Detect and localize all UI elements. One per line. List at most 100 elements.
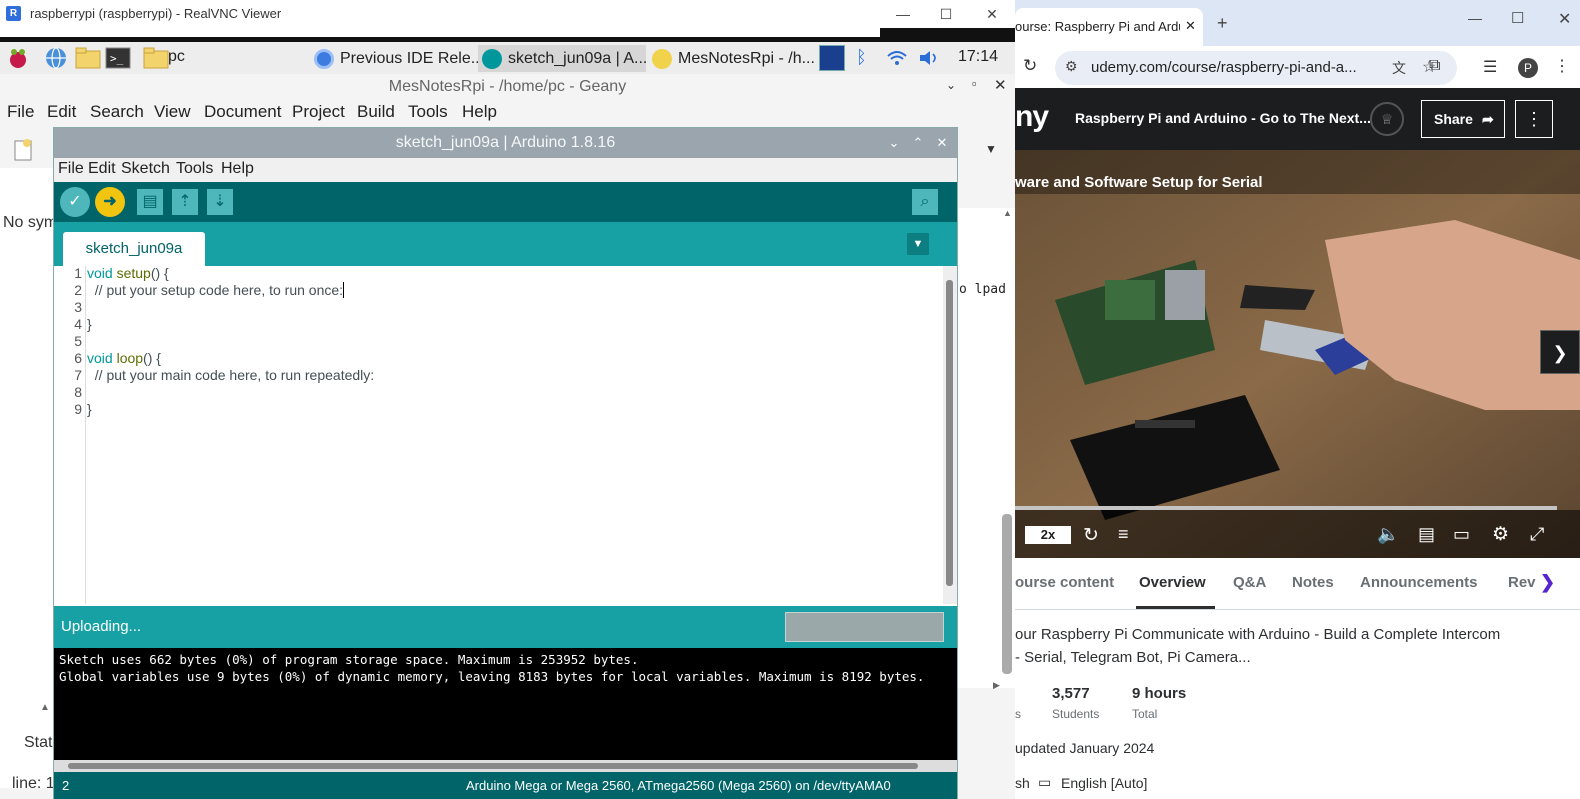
video-player[interactable]: ware and Software Setup for Serial ❯ 2x … bbox=[1015, 150, 1580, 558]
tab-close-icon[interactable]: ✕ bbox=[1185, 18, 1196, 34]
editor-scrollbar-thumb[interactable] bbox=[946, 280, 953, 586]
udemy-logo[interactable]: ny bbox=[1015, 100, 1049, 134]
output-console: Sketch uses 662 bytes (0%) of program st… bbox=[54, 648, 957, 760]
line-number: 2 bbox=[74, 282, 82, 298]
geany-menu-file[interactable]: File bbox=[7, 102, 34, 122]
volume-icon[interactable] bbox=[918, 49, 940, 67]
geany-scroll-right-icon[interactable]: ▶ bbox=[993, 680, 1000, 691]
share-button[interactable]: Share ➦ bbox=[1421, 100, 1505, 138]
extensions-icon[interactable]: ⧉ bbox=[1429, 57, 1440, 75]
address-bar[interactable]: ⚙ udemy.com/course/raspberry-pi-and-a...… bbox=[1055, 51, 1457, 85]
geany-close-button[interactable]: ✕ bbox=[994, 76, 1007, 94]
vnc-server-icon[interactable] bbox=[819, 45, 845, 71]
upload-status-bar: Uploading... bbox=[54, 606, 957, 648]
geany-icon bbox=[652, 49, 672, 69]
geany-menu-edit[interactable]: Edit bbox=[47, 102, 76, 122]
geany-maximize-button[interactable]: ▫ bbox=[972, 76, 977, 91]
arduino-menu-help[interactable]: Help bbox=[221, 160, 254, 178]
tab-sketch[interactable]: sketch_jun09a bbox=[63, 232, 205, 266]
hours-label: Total bbox=[1132, 707, 1158, 721]
geany-new-file-icon[interactable] bbox=[12, 138, 34, 162]
more-options-button[interactable]: ⋮ bbox=[1515, 100, 1553, 138]
playback-speed-button[interactable]: 2x bbox=[1025, 526, 1071, 544]
browser-minimize-button[interactable]: — bbox=[1468, 10, 1482, 26]
geany-menu-view[interactable]: View bbox=[154, 102, 191, 122]
editor-scrollbar[interactable] bbox=[943, 266, 957, 604]
geany-menu-build[interactable]: Build bbox=[357, 102, 395, 122]
arduino-maximize-button[interactable]: ⌃ bbox=[907, 128, 929, 158]
new-sketch-button[interactable]: ▤ bbox=[137, 189, 163, 215]
browser-tab-udemy[interactable]: ourse: Raspberry Pi and Arduino ✕ bbox=[1015, 8, 1203, 46]
tabs-scroll-right-icon[interactable]: ❯ bbox=[1540, 572, 1555, 593]
task-arduino-sketch[interactable]: sketch_jun09a | A... bbox=[478, 45, 646, 72]
tab-menu-chevron-icon[interactable]: ▼ bbox=[907, 233, 929, 255]
tab-overview[interactable]: Overview bbox=[1139, 574, 1206, 591]
browser-tab-strip: ourse: Raspberry Pi and Arduino ✕ + — ☐ … bbox=[1015, 0, 1580, 46]
geany-menu-tools[interactable]: Tools bbox=[408, 102, 448, 122]
browser-menu-icon[interactable]: ⋮ bbox=[1554, 56, 1570, 76]
console-horizontal-scrollbar[interactable] bbox=[54, 760, 957, 772]
browser-maximize-button[interactable]: ☐ bbox=[1511, 9, 1524, 27]
raspberry-menu-icon[interactable] bbox=[6, 46, 30, 70]
browser-close-button[interactable]: ✕ bbox=[1558, 9, 1571, 29]
notes-add-icon[interactable]: ≡ bbox=[1118, 524, 1129, 545]
console-scrollbar-thumb[interactable] bbox=[68, 763, 918, 769]
translate-icon[interactable]: 文 bbox=[1392, 58, 1406, 78]
geany-status-tab[interactable]: Stat bbox=[24, 734, 52, 752]
terminal-icon[interactable]: >_ bbox=[105, 46, 131, 70]
open-sketch-button[interactable]: ⇡ bbox=[172, 189, 198, 215]
tab-notes[interactable]: Notes bbox=[1292, 574, 1334, 591]
geany-menu-project[interactable]: Project bbox=[292, 102, 345, 122]
fullscreen-icon[interactable]: ⤢ bbox=[1530, 524, 1544, 545]
site-info-icon[interactable]: ⚙ bbox=[1065, 58, 1078, 75]
close-button[interactable]: ✕ bbox=[969, 2, 1015, 26]
arduino-close-button[interactable]: ✕ bbox=[931, 128, 953, 158]
geany-menu-document[interactable]: Document bbox=[204, 102, 281, 122]
arduino-menu-sketch[interactable]: Sketch bbox=[121, 160, 170, 178]
tab-announcements[interactable]: Announcements bbox=[1360, 574, 1478, 591]
arduino-menubar: File Edit Sketch Tools Help bbox=[54, 158, 957, 182]
arduino-minimize-button[interactable]: ⌄ bbox=[883, 128, 905, 158]
folder-icon[interactable] bbox=[143, 46, 169, 70]
serial-monitor-button[interactable]: ⌕ bbox=[912, 189, 938, 215]
maximize-button[interactable]: ☐ bbox=[923, 2, 969, 26]
minimize-button[interactable]: — bbox=[880, 2, 926, 26]
settings-gear-icon[interactable]: ⚙ bbox=[1492, 523, 1509, 546]
geany-minimize-button[interactable]: ⌄ bbox=[946, 78, 956, 92]
captions-icon[interactable]: ▭ bbox=[1453, 524, 1470, 545]
tab-qa[interactable]: Q&A bbox=[1233, 574, 1266, 591]
geany-toolbar-dropdown-icon[interactable]: ▼ bbox=[985, 142, 997, 156]
tab-course-content[interactable]: ourse content bbox=[1015, 574, 1114, 591]
new-tab-button[interactable]: + bbox=[1217, 13, 1228, 34]
reading-list-icon[interactable]: ☰ bbox=[1483, 57, 1497, 77]
code-editor[interactable]: 1 2 3 4 5 6 7 8 9 void setup() { // put … bbox=[54, 265, 957, 604]
rewind-icon[interactable]: ↻ bbox=[1083, 524, 1099, 547]
geany-menu-help[interactable]: Help bbox=[462, 102, 497, 122]
upload-button[interactable]: ➜ bbox=[95, 187, 125, 217]
arduino-menu-tools[interactable]: Tools bbox=[176, 160, 213, 178]
reload-icon[interactable]: ↻ bbox=[1023, 56, 1037, 76]
verify-button[interactable]: ✓ bbox=[60, 187, 90, 217]
arduino-menu-edit[interactable]: Edit bbox=[88, 160, 116, 178]
arduino-menu-file[interactable]: File bbox=[58, 160, 84, 178]
task-geany[interactable]: MesNotesRpi - /h... bbox=[648, 45, 814, 72]
geany-scroll-up-icon[interactable]: ▲ bbox=[1003, 208, 1012, 218]
browser-globe-icon[interactable] bbox=[44, 46, 68, 70]
profile-avatar[interactable]: P bbox=[1518, 58, 1538, 78]
footer-line-number: 2 bbox=[62, 778, 70, 793]
file-manager-icon[interactable] bbox=[75, 46, 101, 70]
next-lecture-chevron-icon[interactable]: ❯ bbox=[1540, 330, 1580, 374]
wifi-icon[interactable] bbox=[886, 49, 908, 67]
geany-menu-search[interactable]: Search bbox=[90, 102, 144, 122]
volume-control-icon[interactable]: 🔈 bbox=[1377, 524, 1399, 545]
task-previous-ide[interactable]: Previous IDE Rele... bbox=[310, 45, 478, 72]
folder-label[interactable]: pc bbox=[168, 48, 185, 66]
save-sketch-button[interactable]: ⇣ bbox=[207, 189, 233, 215]
transcript-icon[interactable]: ▤ bbox=[1418, 524, 1435, 545]
geany-scrollbar-thumb[interactable] bbox=[1002, 514, 1012, 674]
geany-msg-up-arrow-icon[interactable]: ▲ bbox=[40, 702, 50, 713]
geany-code-snippet: o lpad bbox=[959, 282, 1006, 297]
bluetooth-icon[interactable]: ᛒ bbox=[856, 47, 867, 68]
tab-reviews[interactable]: Rev bbox=[1508, 574, 1536, 591]
progress-trophy-icon[interactable]: ♕ bbox=[1370, 102, 1404, 136]
